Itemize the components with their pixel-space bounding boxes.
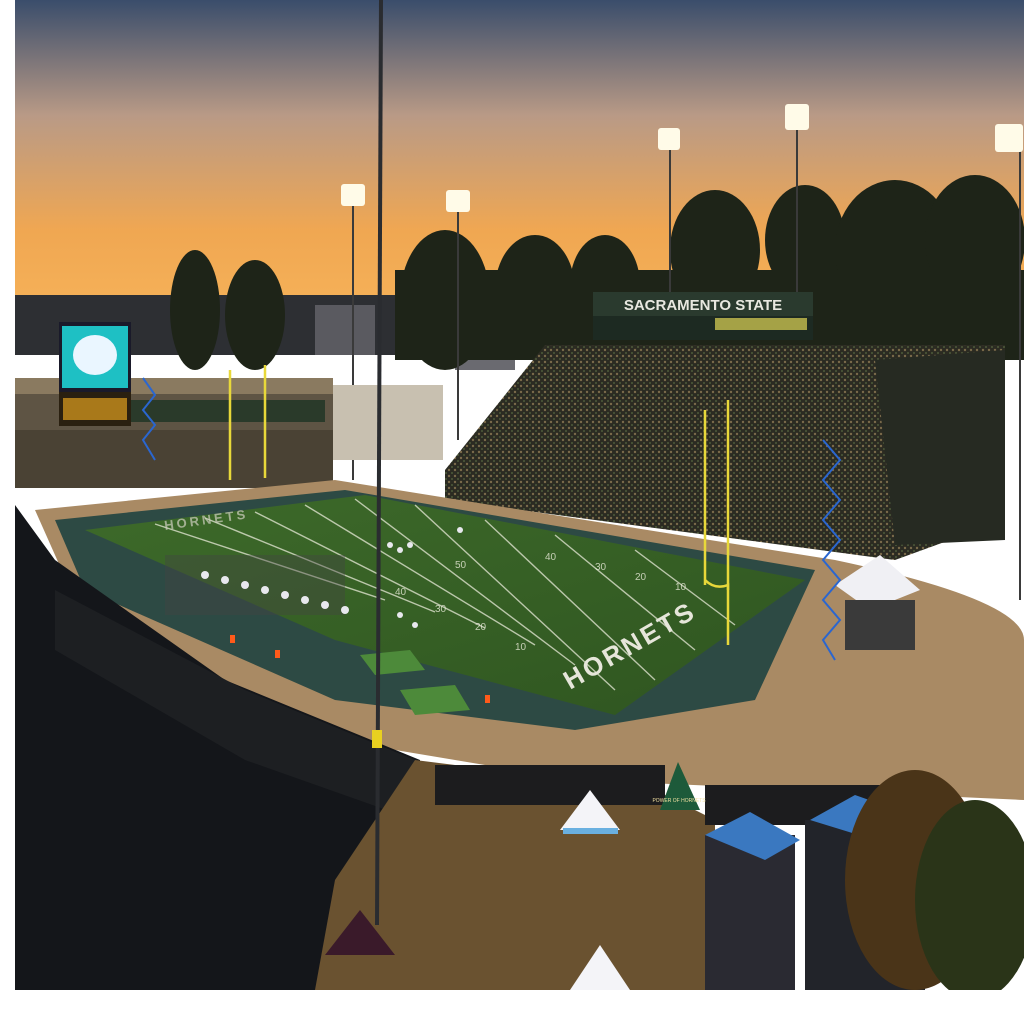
- yard-number: 20: [475, 622, 487, 633]
- foreground-tree: [845, 770, 1024, 990]
- video-scoreboard: [59, 322, 131, 426]
- tent-sign: POWER OF HORNETS: [652, 798, 706, 804]
- left-margin: [0, 0, 15, 1024]
- yard-number: 10: [675, 582, 687, 593]
- yard-number: 10: [515, 642, 527, 653]
- yard-number: 20: [635, 572, 647, 583]
- yard-number: 50: [455, 560, 467, 571]
- yard-number: 30: [435, 604, 447, 615]
- yard-number: 30: [595, 562, 607, 573]
- bottom-margin: [0, 990, 1024, 1024]
- press-box: SACRAMENTO STATE: [593, 292, 813, 340]
- yard-number: 40: [395, 587, 407, 598]
- banner-text: SACRAMENTO STATE: [624, 297, 782, 314]
- yard-number: 40: [545, 552, 557, 563]
- stadium-photo: SACRAMENTO STATE 10 20 30 40 50 40 30 20…: [15, 0, 1024, 990]
